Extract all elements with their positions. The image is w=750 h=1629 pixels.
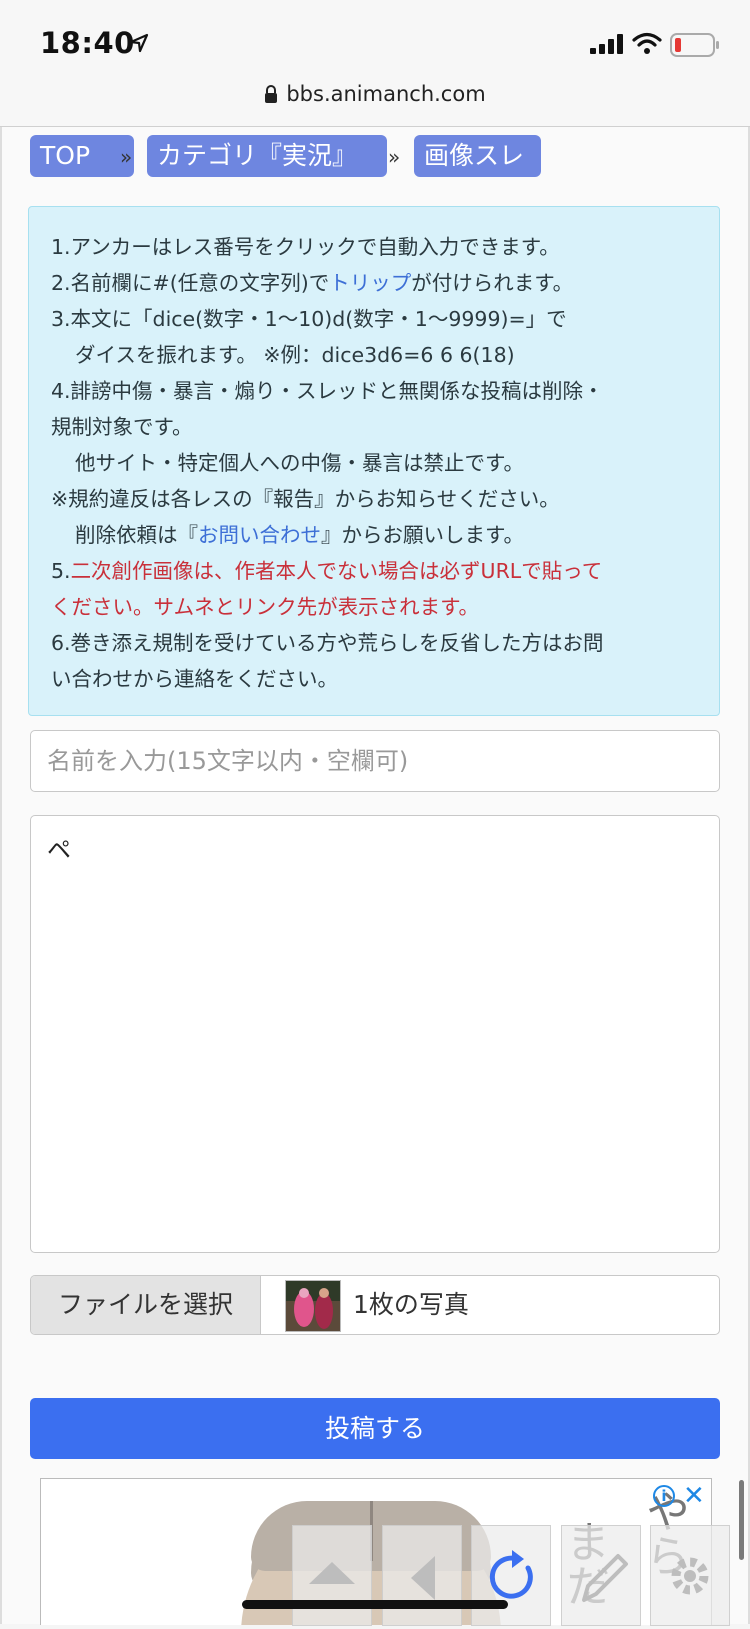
file-status: 1枚の写真 [353, 1290, 469, 1319]
submit-button[interactable]: 投稿する [30, 1398, 720, 1459]
rule-6: 6.巻き添え規制を受けている方や荒らしを反省した方はお問 [51, 631, 604, 655]
ad-info-icon[interactable]: i [653, 1485, 675, 1507]
settings-button[interactable] [650, 1525, 730, 1626]
breadcrumb-category[interactable]: カテゴリ『実況』 [147, 135, 387, 177]
body-textarea[interactable]: ペ [30, 815, 720, 1253]
choose-file-button[interactable]: ファイルを選択 [31, 1276, 261, 1334]
reload-button[interactable] [471, 1525, 551, 1626]
rule-1: 1.アンカーはレス番号をクリックで自動入力できます。 [51, 235, 560, 259]
trip-link[interactable]: トリップ [329, 271, 411, 295]
back-button[interactable] [382, 1525, 462, 1626]
gear-icon [671, 1557, 709, 1595]
breadcrumb-top[interactable]: TOP [30, 135, 134, 177]
wifi-icon [632, 32, 662, 54]
status-time: 18:40 [40, 26, 135, 60]
rules-notice: 1.アンカーはレス番号をクリックで自動入力できます。 2.名前欄に#(任意の文字… [28, 206, 720, 716]
rule-3-example: ダイスを振れます。 ※例：dice3d6=6 6 6(18) [75, 343, 515, 367]
rule-3: 3.本文に「dice(数字・1〜10)d(数字・1〜9999)=」で [51, 307, 567, 331]
file-thumbnail [285, 1280, 341, 1332]
cellular-signal-icon [590, 34, 623, 54]
contact-link[interactable]: お問い合わせ [198, 523, 321, 547]
triangle-left-icon [411, 1556, 435, 1600]
reload-icon [489, 1550, 533, 1599]
rule-4: 4.誹謗中傷・暴言・煽り・スレッドと無関係な投稿は削除・ [51, 379, 604, 403]
rule-4-note: 他サイト・特定個人への中傷・暴言は禁止です。 [75, 451, 524, 475]
scrollbar[interactable] [739, 1480, 744, 1560]
breadcrumb-current[interactable]: 画像スレ [414, 135, 541, 177]
rule-6-cont: い合わせから連絡をください。 [51, 667, 338, 691]
breadcrumb-separator: » [120, 145, 133, 169]
triangle-up-icon [309, 1562, 355, 1584]
rule-2: 2.名前欄に#(任意の文字列)でトリップが付けられます。 [51, 271, 574, 295]
status-bar: 18:40 [0, 0, 750, 88]
battery-low-icon [670, 33, 719, 57]
breadcrumb-separator: » [388, 145, 401, 169]
home-indicator[interactable] [242, 1600, 508, 1609]
delete-request-note: 削除依頼は『お問い合わせ』からお願いします。 [75, 523, 524, 547]
rule-5: 5.二次創作画像は、作者本人でない場合は必ずURLで貼って [51, 559, 603, 583]
url-text: bbs.animanch.com [286, 82, 486, 106]
address-bar[interactable]: bbs.animanch.com [0, 80, 750, 127]
scroll-up-button[interactable] [292, 1525, 372, 1626]
lock-icon [265, 85, 278, 103]
name-input[interactable]: 名前を入力(15文字以内・空欄可) [30, 730, 720, 792]
rule-4-cont: 規制対象です。 [51, 415, 193, 439]
file-input[interactable]: ファイルを選択 1枚の写真 [30, 1275, 720, 1335]
ad-close-icon[interactable]: ✕ [683, 1483, 705, 1509]
location-arrow-icon [129, 33, 149, 53]
pencil-icon [582, 1554, 628, 1602]
rule-5-cont: ください。サムネとリンク先が表示されます。 [51, 595, 480, 619]
report-note: ※規約違反は各レスの『報告』からお知らせください。 [51, 487, 560, 511]
compose-button[interactable] [561, 1525, 641, 1626]
